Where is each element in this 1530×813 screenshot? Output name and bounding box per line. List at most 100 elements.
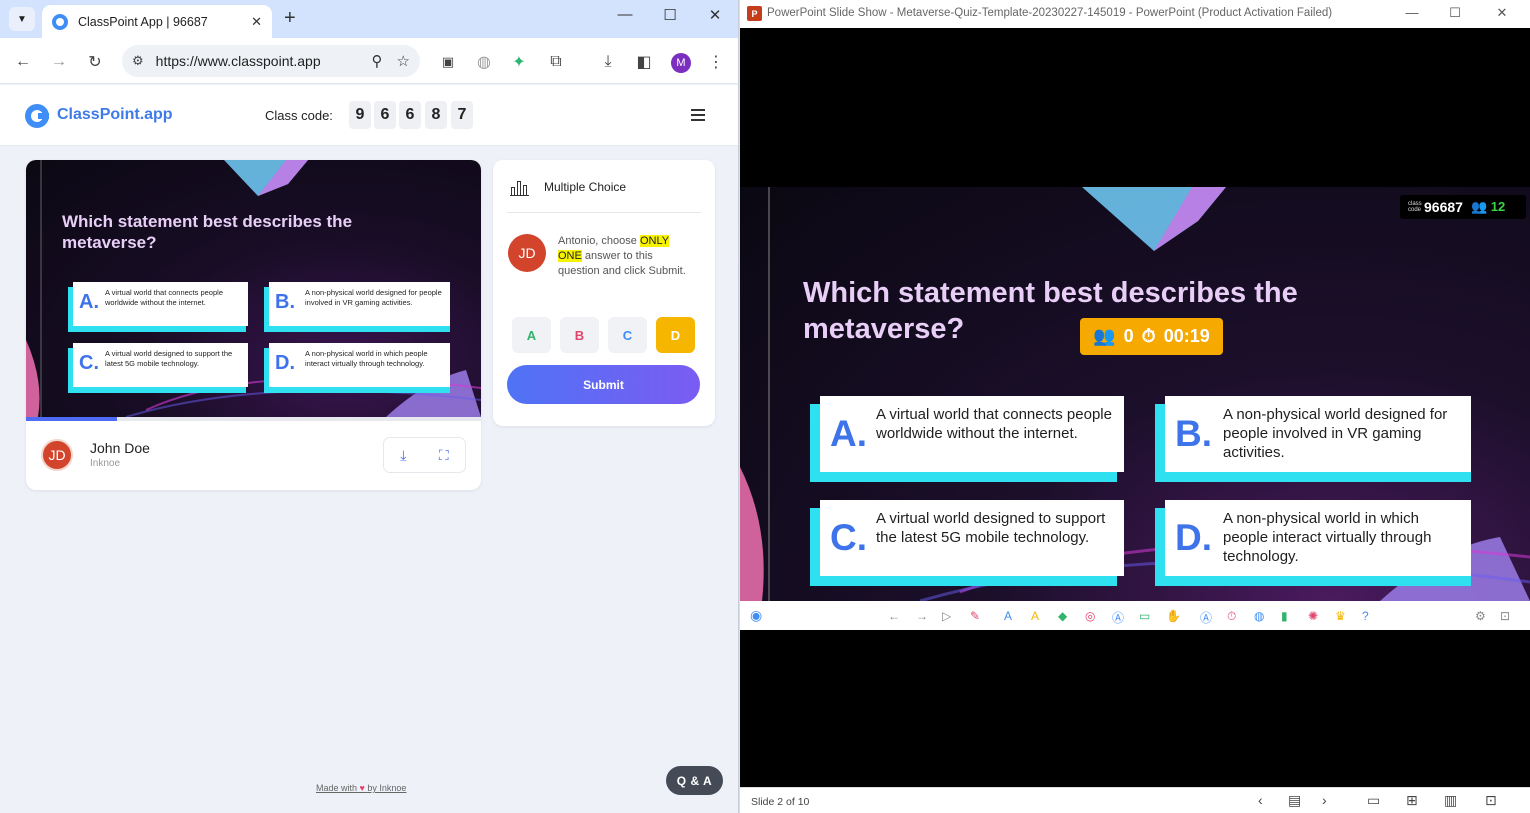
- close-window-button[interactable]: ✕: [700, 6, 730, 24]
- ppt-titlebar: P PowerPoint Slide Show - Metaverse-Quiz…: [740, 0, 1530, 28]
- footer-text: by Inknoe: [367, 783, 407, 793]
- ppt-close-button[interactable]: ✕: [1487, 5, 1517, 21]
- class-code-badge: class code 96687 👥 12: [1400, 195, 1526, 219]
- pointer-icon[interactable]: ▷: [942, 609, 951, 623]
- answer-letter: C.: [79, 352, 99, 374]
- class-code-digit: 6: [374, 101, 396, 129]
- answer-text: A virtual world that connects people wor…: [876, 406, 1112, 442]
- option-d-button[interactable]: D: [656, 317, 695, 353]
- slide-actions: ⤓ ⛶: [383, 437, 466, 473]
- slideshow-view-icon[interactable]: ⊡: [1485, 792, 1497, 809]
- maximize-button[interactable]: ☐: [655, 6, 685, 24]
- browser-tab[interactable]: ClassPoint App | 96687 ✕: [42, 5, 272, 38]
- normal-view-icon[interactable]: ▭: [1367, 792, 1380, 809]
- powerpoint-window: P PowerPoint Slide Show - Metaverse-Quiz…: [740, 0, 1530, 813]
- grid-view-icon[interactable]: ⊞: [1406, 792, 1418, 809]
- status-next-icon[interactable]: ›: [1322, 792, 1327, 808]
- bookmark-star-icon[interactable]: ☆: [397, 52, 410, 70]
- bar-chart-icon: [510, 180, 529, 196]
- next-slide-icon[interactable]: →: [916, 609, 928, 623]
- classpoint-logo-icon[interactable]: ◉: [750, 607, 762, 624]
- answer-text: A virtual world designed to support the …: [105, 349, 233, 368]
- zoom-icon[interactable]: ⚲: [372, 52, 383, 70]
- download-slide-icon[interactable]: ⤓: [400, 447, 406, 464]
- reload-icon[interactable]: ↻: [84, 51, 106, 73]
- site-info-icon[interactable]: ⚙: [132, 53, 144, 69]
- ppt-minimize-button[interactable]: —: [1397, 5, 1427, 20]
- hamburger-menu-icon[interactable]: [691, 109, 705, 121]
- slide-sorter-icon[interactable]: ▤: [1288, 792, 1301, 809]
- previous-slide-icon[interactable]: ←: [888, 609, 900, 623]
- extension-figure-icon[interactable]: ✦: [508, 51, 530, 73]
- shapes-icon[interactable]: ◎: [1085, 609, 1095, 623]
- extensions-puzzle-icon[interactable]: ⧉: [545, 51, 567, 73]
- textbox-icon[interactable]: Ⓐ: [1112, 609, 1124, 626]
- presentation-icon[interactable]: ⊡: [1500, 609, 1510, 623]
- download-icon[interactable]: ⤓: [597, 51, 619, 73]
- quiz-results-icon[interactable]: ▮: [1281, 609, 1288, 623]
- answer-letter: B.: [275, 291, 295, 313]
- participants-number: 12: [1490, 199, 1506, 214]
- eraser-icon[interactable]: ◆: [1058, 609, 1067, 623]
- globe-extension-icon[interactable]: ◍: [473, 51, 495, 73]
- ppt-maximize-button[interactable]: ☐: [1440, 5, 1470, 21]
- timer-badge[interactable]: 👥 0 ⏱ 00:19: [1080, 318, 1223, 355]
- minimize-button[interactable]: —: [610, 6, 640, 23]
- timer-icon[interactable]: ⏱: [1227, 609, 1236, 624]
- participants-count: 👥 12: [1471, 199, 1505, 215]
- help-icon[interactable]: ?: [1362, 609, 1369, 623]
- pen-icon[interactable]: A: [1004, 609, 1012, 623]
- class-code-digit: 9: [349, 101, 371, 129]
- picture-in-picture-icon[interactable]: ▣: [437, 51, 459, 73]
- qa-button[interactable]: Q & A: [666, 766, 723, 795]
- status-previous-icon[interactable]: ‹: [1258, 792, 1263, 808]
- laser-icon[interactable]: ✎: [970, 609, 980, 623]
- highlighter-icon[interactable]: A: [1031, 609, 1039, 623]
- classpoint-toolbar: ◉ ← → ▷ ✎ A A ◆ ◎ Ⓐ ▭ ✋ Ⓐ ⏱ ◍ ▮ ✺ ♛ ? ⚙ …: [740, 601, 1530, 630]
- ai-icon[interactable]: Ⓐ: [1200, 609, 1212, 626]
- hand-icon[interactable]: ✋: [1166, 609, 1181, 623]
- mini-answer-b: B. A non-physical world designed for peo…: [269, 282, 450, 326]
- presenter-org: Inknoe: [90, 458, 121, 469]
- url-text: https://www.classpoint.app: [155, 53, 321, 69]
- address-bar[interactable]: ⚙ https://www.classpoint.app ⚲ ☆: [122, 45, 420, 77]
- answer-letter: C.: [830, 517, 867, 558]
- whiteboard-icon[interactable]: ▭: [1139, 609, 1150, 623]
- slide-number: Slide 2 of 10: [751, 796, 810, 808]
- option-b-button[interactable]: B: [560, 317, 599, 353]
- name-picker-icon[interactable]: ✺: [1308, 609, 1318, 623]
- option-a-button[interactable]: A: [512, 317, 551, 353]
- slide-thumbnail: Which statement best describes the metav…: [26, 160, 481, 417]
- reading-view-icon[interactable]: ▥: [1444, 792, 1457, 809]
- made-with-link[interactable]: Made with ♥ by Inknoe: [316, 783, 406, 793]
- tab-search-dropdown[interactable]: ▼: [9, 7, 35, 31]
- answer-b: B. A non-physical world designed for peo…: [1165, 396, 1471, 472]
- menu-kebab-icon[interactable]: ⋮: [705, 51, 727, 73]
- responses-icon: 👥: [1093, 326, 1116, 346]
- browser-icon[interactable]: ◍: [1254, 609, 1264, 623]
- new-tab-button[interactable]: +: [284, 7, 296, 30]
- forward-arrow-icon[interactable]: →: [48, 51, 70, 73]
- answer-c: C. A virtual world designed to support t…: [820, 500, 1124, 576]
- question-type-title: Multiple Choice: [544, 180, 627, 194]
- settings-icon[interactable]: ⚙: [1475, 609, 1486, 623]
- close-tab-icon[interactable]: ✕: [251, 14, 262, 30]
- submit-button[interactable]: Submit: [507, 365, 700, 404]
- class-code-number: 96687: [1424, 199, 1463, 215]
- mini-answer-a: A. A virtual world that connects people …: [73, 282, 248, 326]
- side-panel-icon[interactable]: ◧: [633, 51, 655, 73]
- participants-icon: 👥: [1470, 199, 1488, 214]
- class-code-caption: class code: [1408, 201, 1424, 213]
- award-stars-icon[interactable]: ♛: [1335, 609, 1346, 623]
- classpoint-header: ClassPoint.app Class code: 9 6 6 8 7: [0, 85, 738, 146]
- profile-avatar[interactable]: M: [671, 53, 691, 73]
- chevron-down-icon: ▼: [17, 13, 27, 25]
- answer-d: D. A non-physical world in which people …: [1165, 500, 1471, 576]
- back-arrow-icon[interactable]: ←: [12, 51, 34, 73]
- class-code-digit: 7: [451, 101, 473, 129]
- fullscreen-icon[interactable]: ⛶: [439, 447, 449, 464]
- responses-count: 0: [1123, 326, 1134, 346]
- classpoint-logo-icon: [25, 104, 49, 128]
- tab-title: ClassPoint App | 96687: [78, 14, 208, 29]
- option-c-button[interactable]: C: [608, 317, 647, 353]
